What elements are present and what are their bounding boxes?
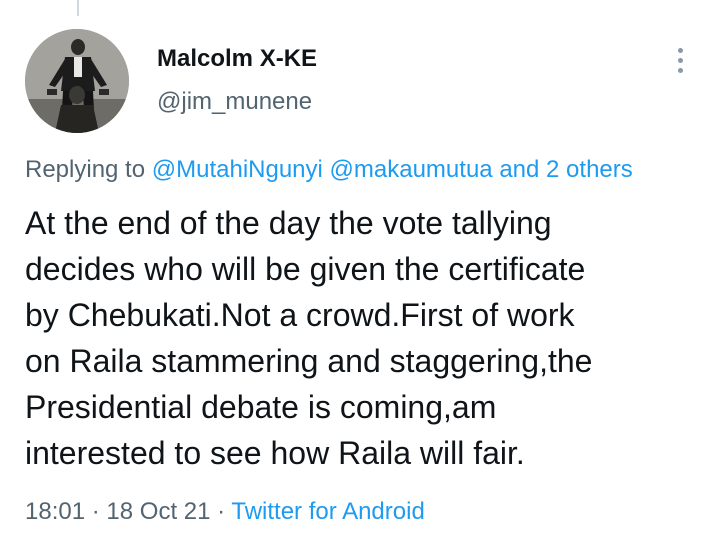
tweet-line: decides who will be given the certificat…	[25, 251, 586, 287]
tweet-date[interactable]: 18 Oct 21	[106, 498, 210, 525]
author-handle[interactable]: @jim_munene	[157, 88, 312, 116]
more-dot	[677, 57, 683, 63]
replying-prefix: Replying to	[25, 156, 146, 183]
tweet-source[interactable]: Twitter for Android	[231, 498, 424, 525]
author-display-name[interactable]: Malcolm X-KE	[157, 45, 317, 73]
tweet-line: At the end of the day the vote tallying	[25, 205, 552, 241]
more-dot	[677, 67, 683, 73]
tweet-time[interactable]: 18:01	[25, 498, 85, 525]
tweet-line: by Chebukati.Not a crowd.First of work	[25, 297, 575, 333]
tweet-line: Presidential debate is coming,am	[25, 389, 497, 425]
avatar[interactable]	[25, 29, 129, 133]
replying-to: Replying to @MutahiNgunyi @makaumutua an…	[25, 156, 633, 184]
more-vertical-icon[interactable]	[668, 42, 692, 78]
thread-connector-line	[77, 0, 79, 16]
meta-separator: ·	[217, 498, 226, 525]
tweet-text: At the end of the day the vote tallying …	[25, 200, 705, 476]
mention-conjunction: and	[499, 156, 540, 183]
mention-link[interactable]: @makaumutua	[330, 156, 493, 183]
avatar-image	[25, 29, 129, 133]
mention-link[interactable]: @MutahiNgunyi	[152, 156, 323, 183]
tweet-line: on Raila stammering and staggering,the	[25, 343, 593, 379]
tweet-meta: 18:01 · 18 Oct 21 · Twitter for Android	[25, 498, 425, 526]
more-dot	[677, 47, 683, 53]
others-link[interactable]: 2 others	[546, 156, 633, 183]
tweet-line: interested to see how Raila will fair.	[25, 435, 525, 471]
meta-separator: ·	[91, 498, 100, 525]
